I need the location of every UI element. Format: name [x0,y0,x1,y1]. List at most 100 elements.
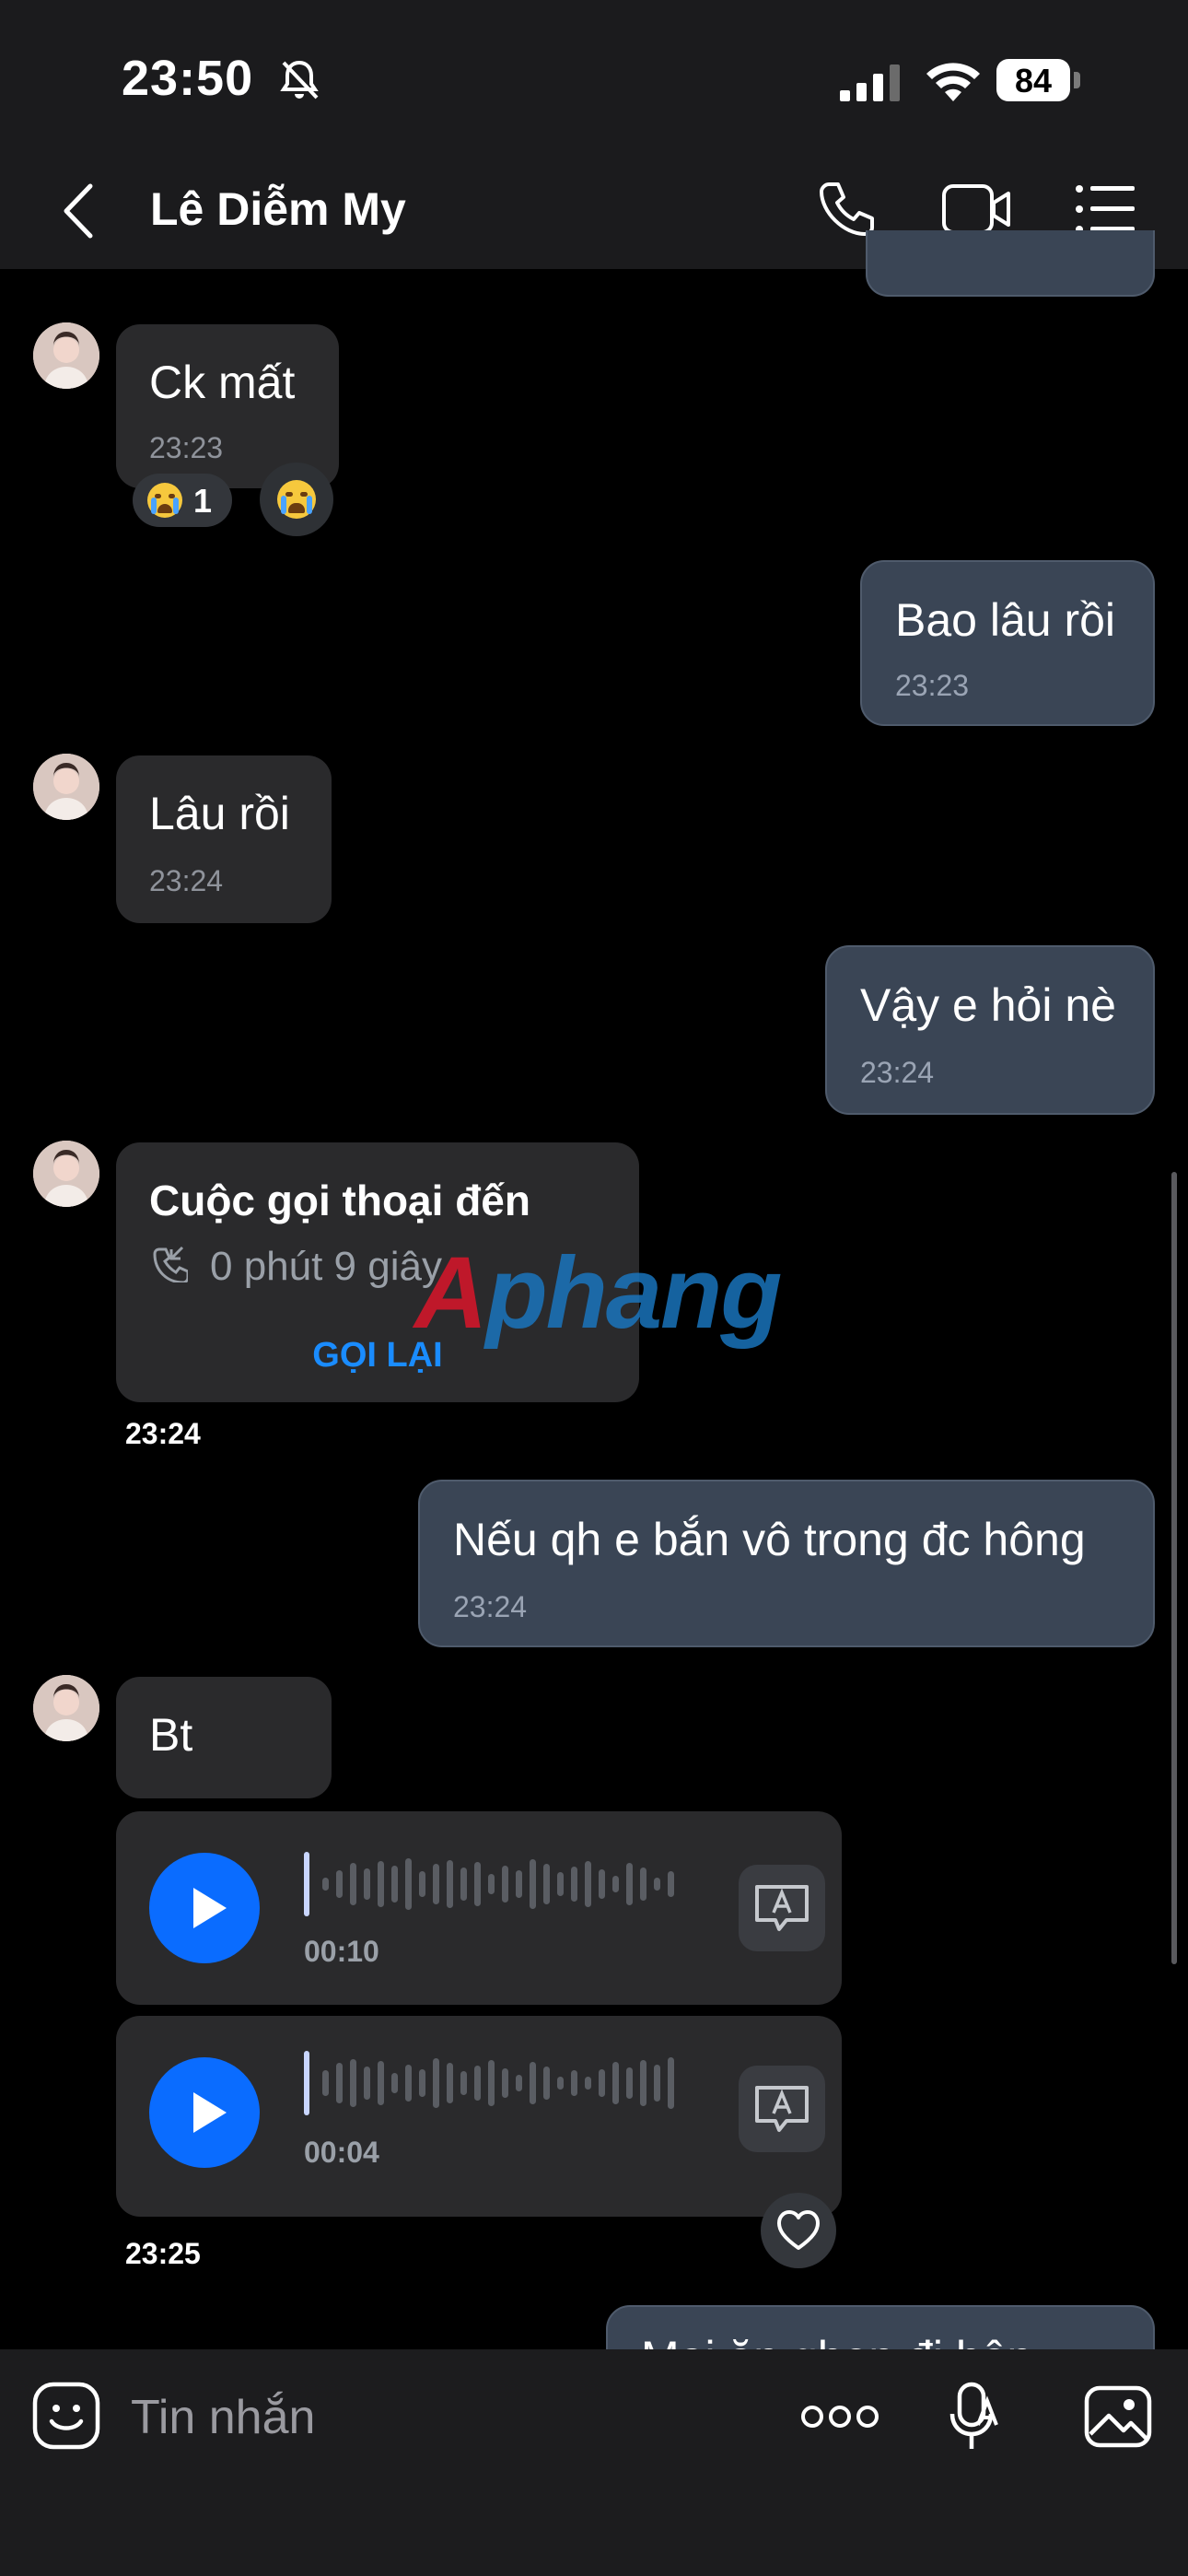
cellular-signal-icon [840,64,900,101]
contact-avatar[interactable] [33,754,99,820]
composer-bar [0,2349,1188,2576]
waveform-bar [516,1870,522,1898]
waveform-bar [543,1864,550,1904]
status-time: 23:50 [122,51,254,106]
call-duration: 0 phút 9 giây [210,1244,442,1289]
message-time: 23:23 [149,431,224,464]
voice-to-text-mic-icon[interactable] [947,2381,1002,2454]
waveform-bar [502,2068,508,2098]
waveform-bar [460,1868,467,1901]
add-reaction-button[interactable] [260,463,333,536]
waveform [304,2051,674,2115]
message-text: Nếu qh e bắn vô trong đc hông [453,1514,1086,1565]
incoming-call-icon [153,1246,188,1282]
message-text: Bao lâu rồi [895,594,1116,646]
play-icon [193,2092,227,2133]
waveform-bar [571,1867,577,1902]
waveform-bar [405,2065,412,2102]
waveform-bar [557,2077,564,2090]
watermark-logo: Aphang [414,1236,782,1350]
message-text: Vậy e hỏi nè [860,979,1116,1031]
waveform-bar [571,2070,577,2096]
waveform-bar [530,2062,536,2104]
waveform-bar [654,1878,660,1891]
previous-message-bubble[interactable] [866,230,1155,297]
waveform-bar [378,2061,384,2105]
reaction-count: 1 [193,482,213,520]
message-bubble[interactable]: Bt [116,1677,332,1798]
waveform-bar [391,1866,398,1903]
waveform-bar [585,1861,591,1907]
waveform-bar [557,1872,564,1896]
waveform-bar [419,2069,425,2097]
waveform-bar [530,1859,536,1909]
waveform-bar [502,1866,508,1903]
waveform-bar [391,2073,398,2093]
image-gallery-icon[interactable] [1083,2384,1153,2449]
waveform-bar [474,2066,481,2101]
waveform-bar [599,2069,605,2097]
waveform-bar [640,2060,646,2106]
reaction-summary[interactable]: 1 [133,474,232,527]
emoji-sticker-icon[interactable] [31,2381,101,2451]
waveform-bar [654,2065,660,2102]
contact-avatar[interactable] [33,322,99,389]
waveform-bar [543,2067,550,2100]
contact-name[interactable]: Lê Diễm My [150,182,406,236]
waveform-bar [350,2059,356,2107]
message-time: 23:24 [149,864,224,897]
message-time: 23:24 [860,1056,935,1089]
waveform-bar [336,1870,343,1898]
waveform-bar [419,1871,425,1897]
waveform-bar [488,2060,495,2106]
voice-message[interactable]: 00:04 [116,2016,842,2217]
waveform-bar [626,1863,633,1905]
waveform [304,1852,674,1916]
waveform-bar [350,1863,356,1905]
battery-icon: 84 [996,59,1081,101]
message-input[interactable]: Tin nhắn [131,2390,315,2445]
waveform-bar [640,1868,646,1901]
voice-duration: 00:10 [304,1935,379,1968]
waveform-bar [668,2057,674,2109]
message-text: Ck mất [149,357,296,408]
play-button[interactable] [149,1853,260,1963]
message-bubble[interactable]: Lâu rồi 23:24 [116,755,332,923]
list-menu-icon[interactable] [1076,184,1135,234]
waveform-bar [322,1878,329,1891]
waveform-bar [460,2071,467,2095]
waveform-bar [364,2067,370,2100]
voice-message[interactable]: 00:10 [116,1811,842,2005]
waveform-bar [668,1871,674,1897]
waveform-bar [599,1869,605,1899]
message-time: 23:24 [453,1590,528,1623]
waveform-bar [612,2062,619,2104]
transcribe-button[interactable] [739,1865,825,1951]
waveform-bar [447,1860,453,1908]
speech-to-text-icon [755,1885,809,1931]
contact-avatar[interactable] [33,1141,99,1207]
waveform-bar [488,1874,495,1894]
more-options-icon[interactable] [801,2403,879,2430]
back-chevron-icon[interactable] [55,181,101,241]
waveform-bar [626,2067,633,2099]
message-text: Lâu rồi [149,788,290,839]
transcribe-button[interactable] [739,2066,825,2152]
waveform-bar [612,1876,619,1892]
contact-avatar[interactable] [33,1675,99,1741]
waveform-bar [336,2063,343,2103]
like-button[interactable] [761,2193,836,2268]
wifi-icon [926,63,980,101]
waveform-bar [364,1868,370,1900]
message-time: 23:25 [125,2237,201,2270]
video-call-icon[interactable] [941,181,1011,238]
scrollbar[interactable] [1171,1172,1177,1964]
waveform-bar [433,1864,439,1904]
message-bubble[interactable]: Bao lâu rồi 23:23 [860,560,1155,726]
voice-duration: 00:04 [304,2136,379,2169]
message-bubble[interactable]: Vậy e hỏi nè 23:24 [825,945,1155,1115]
message-text: Bt [149,1709,193,1761]
call-log-title: Cuộc gọi thoại đến [149,1177,530,1224]
play-button[interactable] [149,2057,260,2168]
message-bubble[interactable]: Nếu qh e bắn vô trong đc hông 23:24 [418,1480,1155,1647]
